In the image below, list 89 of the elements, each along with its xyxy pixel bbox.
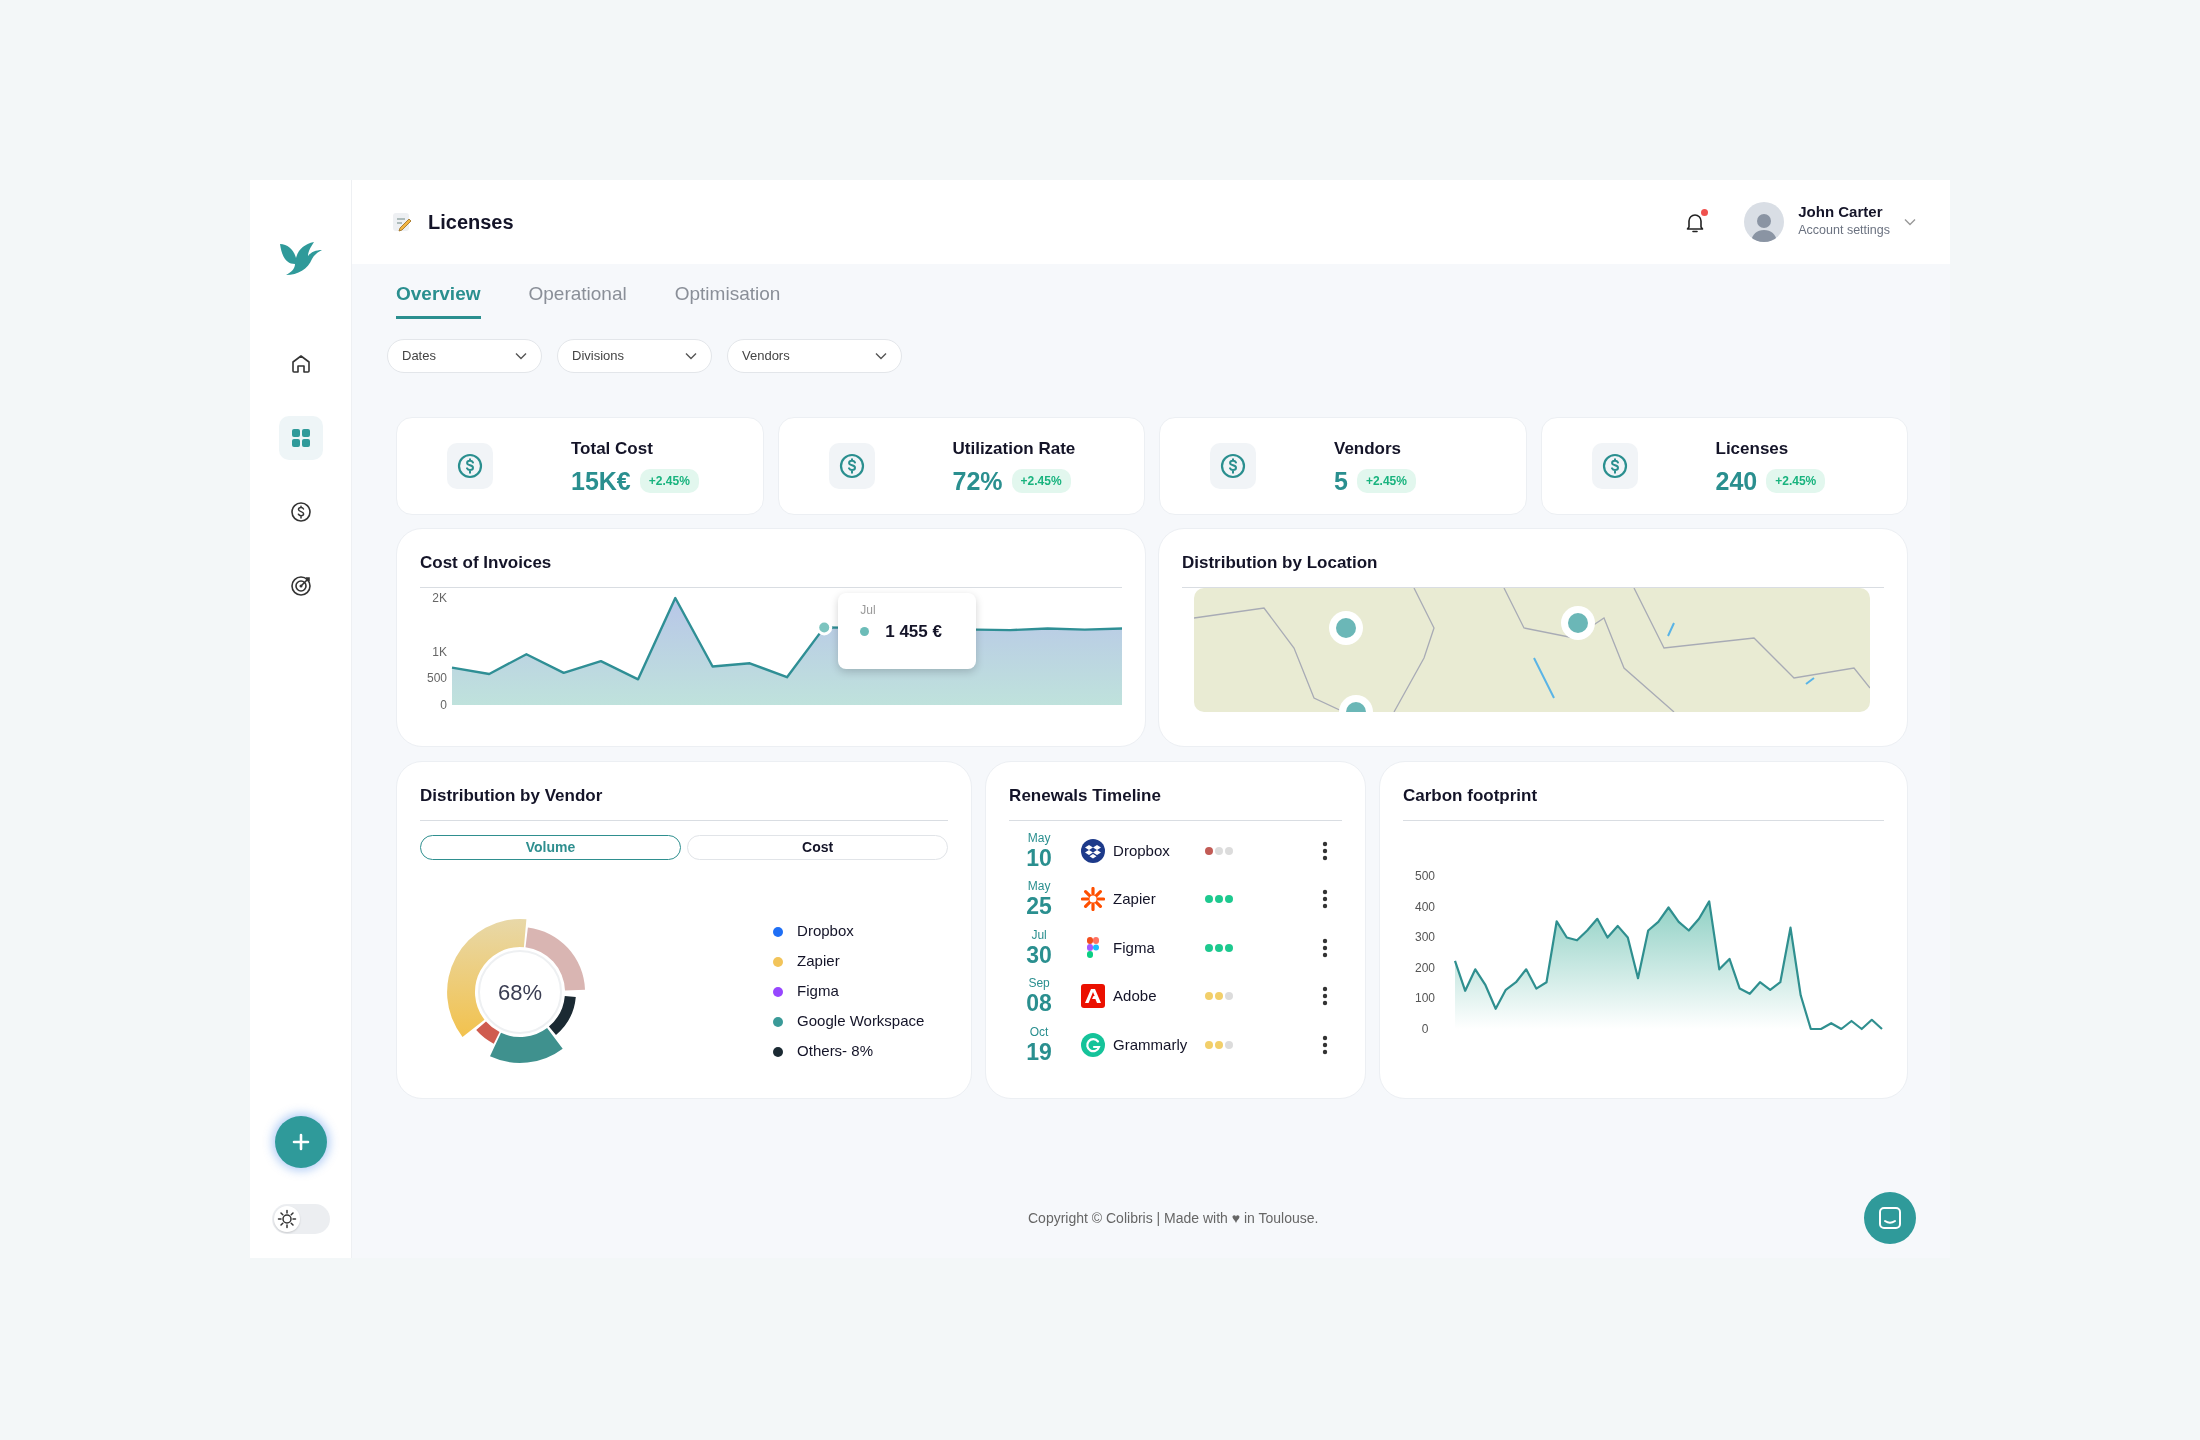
donut-center-value: 68% — [498, 979, 542, 1005]
change-badge: +2.45% — [1011, 469, 1071, 494]
segment-toggle[interactable]: Cost — [687, 834, 949, 860]
chat-icon — [1878, 1206, 1902, 1230]
card-title: Distribution by Vendor — [420, 785, 604, 807]
tooltip-series-marker — [860, 626, 870, 636]
vendor-name: Grammarly — [1113, 1034, 1189, 1055]
card-title: Distribution by Location — [1182, 552, 1379, 574]
renewal-day: 10 — [1009, 846, 1070, 870]
renewal-month: May — [1026, 831, 1052, 844]
change-badge: +2.45% — [1356, 469, 1416, 494]
vendor-name: Zapier — [1113, 889, 1157, 909]
filter-dropdown[interactable]: Dates — [387, 338, 542, 373]
kpi-value: 5 — [1334, 467, 1348, 495]
kebab-menu-icon — [1322, 986, 1328, 1007]
theme-toggle[interactable] — [271, 1204, 330, 1234]
card-title: Renewals Timeline — [1009, 785, 1162, 807]
tab[interactable]: Optimisation — [674, 280, 781, 319]
kpi-value: 72% — [952, 467, 1003, 495]
letter-a-logo-icon — [1081, 984, 1106, 1009]
tooltip-value: 1 455 € — [885, 620, 942, 643]
axis-tick-label: 1K — [432, 644, 447, 658]
change-badge: +2.45% — [639, 469, 699, 494]
add-button[interactable] — [274, 1116, 327, 1168]
dollar-icon — [1600, 451, 1629, 480]
renewal-month: May — [1026, 880, 1052, 893]
vendor-name: Figma — [1113, 937, 1156, 958]
kebab-menu-icon — [1322, 937, 1328, 958]
renewal-day: 08 — [1009, 992, 1070, 1016]
axis-tick-label: 0 — [1421, 1021, 1429, 1036]
notepad-pencil-icon — [390, 210, 414, 234]
tooltip-month: Jul — [860, 601, 877, 619]
legend-label: Zapier — [797, 951, 840, 972]
kpi-title: Licenses — [1715, 438, 1790, 460]
legend-label: Google Workspace — [797, 1011, 925, 1032]
user-name: John Carter — [1798, 204, 1884, 221]
chevron-down-icon — [515, 351, 527, 360]
chat-button[interactable] — [1864, 1192, 1916, 1244]
legend-label: Others- 8% — [797, 1041, 873, 1062]
sun-icon — [276, 1209, 297, 1229]
dollar-icon — [837, 451, 866, 480]
chevron-down-icon — [1904, 218, 1916, 226]
legend-label: Dropbox — [797, 921, 854, 942]
renewal-day: 25 — [1009, 895, 1070, 919]
axis-tick-label: 500 — [426, 670, 447, 685]
kpi-value: 15K€ — [571, 467, 631, 495]
renewal-month: Oct — [1028, 1025, 1050, 1038]
dollar-icon — [456, 451, 484, 480]
kebab-menu-icon — [1322, 889, 1328, 910]
target-icon — [288, 574, 313, 598]
vendor-name: Adobe — [1113, 986, 1158, 1006]
kpi-value: 240 — [1715, 467, 1758, 495]
kebab-menu-icon — [1322, 1034, 1328, 1055]
copyright-text: Copyright © Colibris | Made with ♥ in Toulouse. — [1028, 1208, 1319, 1228]
filter-dropdown[interactable]: Divisions — [557, 338, 712, 373]
kebab-menu-icon — [1322, 840, 1328, 861]
filter-dropdown[interactable]: Vendors — [727, 338, 902, 373]
g-circle-logo-icon — [1081, 1032, 1106, 1057]
segment-toggle[interactable]: Volume — [420, 834, 682, 860]
boxes-logo-icon — [1081, 838, 1106, 863]
axis-tick-label: 300 — [1415, 929, 1435, 944]
change-badge: +2.45% — [1766, 469, 1826, 494]
axis-tick-label: 500 — [1415, 868, 1435, 883]
account-settings-link[interactable]: Account settings — [1798, 220, 1890, 240]
kpi-title: Vendors — [1334, 438, 1403, 460]
chevron-down-icon — [685, 351, 697, 360]
card-title: Cost of Invoices — [420, 552, 553, 574]
kpi-title: Utilization Rate — [952, 438, 1076, 460]
asterisk-logo-icon — [1081, 887, 1106, 912]
legend-label: Figma — [797, 981, 839, 1002]
axis-tick-label: 2K — [432, 590, 447, 605]
vendor-name: Dropbox — [1113, 840, 1171, 861]
chevron-down-icon — [875, 351, 887, 360]
page-title: Licenses — [428, 210, 514, 235]
renewal-day: 30 — [1009, 943, 1070, 967]
tab[interactable]: Overview — [396, 280, 481, 319]
axis-tick-label: 200 — [1415, 960, 1435, 975]
axis-tick-label: 400 — [1415, 899, 1435, 914]
axis-tick-label: 100 — [1415, 990, 1435, 1005]
dollar-icon — [288, 500, 313, 524]
kpi-title: Total Cost — [571, 438, 654, 460]
plus-icon — [291, 1133, 310, 1151]
card-title: Carbon footprint — [1403, 785, 1539, 807]
renewal-month: Sep — [1027, 977, 1051, 990]
renewal-month: Jul — [1030, 928, 1048, 941]
dollar-icon — [1219, 451, 1247, 480]
tab[interactable]: Operational — [528, 280, 627, 319]
renewal-day: 19 — [1009, 1040, 1070, 1064]
axis-tick-label: 0 — [440, 697, 447, 710]
